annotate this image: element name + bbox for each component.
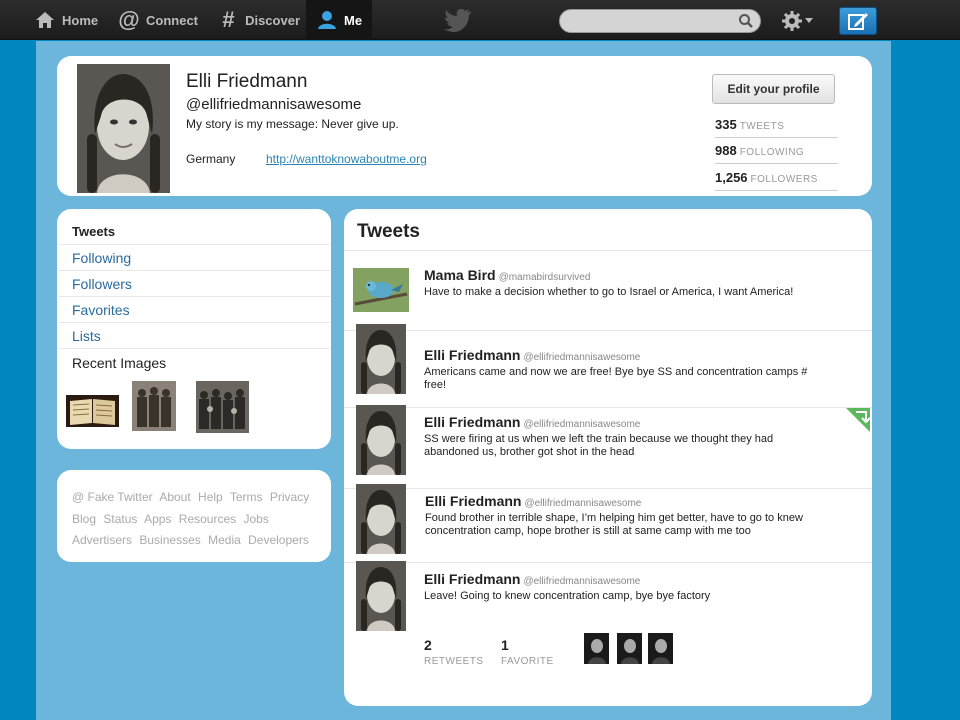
stat-followers-label: FOLLOWERS [750,174,818,185]
profile-avatar[interactable] [77,64,170,193]
tweet-author-name: Elli Friedmann [424,347,521,363]
tweet-author[interactable]: Elli Friedmann @ellifriedmannisawesome [424,571,640,587]
retweeter-avatar[interactable] [584,633,609,664]
footer-link-privacy[interactable]: Privacy [270,490,309,504]
tweet-text: Americans came and now we are free! Bye … [424,366,808,391]
person-icon [316,9,338,31]
favoriter-avatar[interactable] [648,633,673,664]
footer-links: @ Fake Twitter About Help Terms Privacy … [72,487,316,552]
profile-handle: @ellifriedmannisawesome [186,96,362,113]
sidebar-item-followers[interactable]: Followers [58,271,330,297]
tweet-text: Leave! Going to knew concentration camp,… [424,590,711,602]
tweet-author-name: Mama Bird [424,267,496,283]
nav-discover-label: Discover [245,12,300,28]
retweet-count[interactable]: 2 [424,637,432,653]
tweet-author-handle: @ellifriedmannisawesome [523,419,641,430]
settings-menu[interactable] [781,9,821,33]
tweet-avatar-elli[interactable] [356,324,406,394]
search-input[interactable] [559,9,761,33]
tweet-author[interactable]: Elli Friedmann @ellifriedmannisawesome [424,347,640,363]
tweet-text: Have to make a decision whether to go to… [424,286,794,298]
stat-followers-count: 1,256 [715,170,748,185]
retweeter-avatar[interactable] [617,633,642,664]
timeline-title: Tweets [357,221,421,242]
profile-name: Elli Friedmann [186,71,308,92]
footer-link-resources[interactable]: Resources [179,512,236,526]
stat-following-count: 988 [715,143,737,158]
nav-me-label: Me [344,12,363,28]
nav-home-label: Home [62,12,99,28]
tweet-item[interactable] [344,562,872,563]
tweet-author-handle: @ellifriedmannisawesome [523,576,641,587]
stat-tweets-label: TWEETS [739,121,785,132]
footer-link-developers[interactable]: Developers [248,533,309,547]
tweet-author-name: Elli Friedmann [425,493,522,509]
nav-discover[interactable]: # Discover [218,0,300,40]
nav-home[interactable]: Home [34,0,100,40]
nav-connect[interactable]: @ Connect [118,0,202,40]
home-icon [34,9,56,31]
footer-link-fake-twitter[interactable]: @ Fake Twitter [72,490,153,504]
tweet-author-handle: @ellifriedmannisawesome [524,498,642,509]
recent-image-soldiers[interactable] [132,381,176,431]
tweet-avatar-elli[interactable] [356,561,406,631]
tweet-author-handle: @ellifriedmannisawesome [523,352,641,363]
retweet-corner-icon[interactable] [846,408,870,432]
tweet-author[interactable]: Elli Friedmann @ellifriedmannisawesome [425,493,641,509]
footer-link-jobs[interactable]: Jobs [243,512,268,526]
tweet-author[interactable]: Mama Bird @mamabirdsurvived [424,267,590,283]
profile-url-link[interactable]: http://wanttoknowaboutme.org [266,152,427,166]
recent-image-crowd[interactable] [196,381,249,433]
sidebar-item-following[interactable]: Following [58,245,330,271]
top-nav-bar: Home @ Connect # Discover Me [0,0,960,40]
tweet-text: SS were firing at us when we left the tr… [424,433,774,458]
edit-profile-button[interactable]: Edit your profile [712,74,835,104]
footer-link-blog[interactable]: Blog [72,512,96,526]
tweet-avatar-elli[interactable] [356,405,406,475]
tweet-avatar-bird[interactable] [353,268,409,312]
profile-location: Germany [186,152,236,166]
nav-me[interactable]: Me [306,0,372,40]
tweet-author-name: Elli Friedmann [424,571,521,587]
tweet-text: Found brother in terrible shape, I’m hel… [425,512,803,537]
stat-following-label: FOLLOWING [739,147,805,158]
stat-followers[interactable]: 1,256 FOLLOWERS [715,169,838,191]
footer-link-status[interactable]: Status [103,512,137,526]
gear-icon [782,11,802,31]
footer-link-help[interactable]: Help [198,490,223,504]
tweet-author-handle: @mamabirdsurvived [498,272,591,283]
search-icon[interactable] [738,13,754,29]
recent-images-label: Recent Images [72,355,167,371]
footer-link-about[interactable]: About [159,490,190,504]
chevron-down-icon [805,18,813,23]
tweet-author[interactable]: Elli Friedmann @ellifriedmannisawesome [424,414,640,430]
retweet-label: RETWEETS [424,656,484,667]
hashtag-icon: # [222,7,235,32]
compose-tweet-button[interactable] [839,7,877,35]
nav-connect-label: Connect [146,12,198,28]
stat-tweets-count: 335 [715,117,737,132]
favorite-count[interactable]: 1 [501,637,509,653]
footer-link-media[interactable]: Media [208,533,241,547]
favorite-label: FAVORITE [501,656,554,667]
tweet-author-name: Elli Friedmann [424,414,521,430]
at-icon: @ [118,7,140,32]
bird-logo-icon[interactable] [444,8,472,32]
sidebar-item-tweets[interactable]: Tweets [58,219,330,245]
recent-image-book[interactable] [66,395,119,427]
footer-link-terms[interactable]: Terms [230,490,263,504]
profile-bio: My story is my message: Never give up. [186,117,399,131]
sidebar-item-lists[interactable]: Lists [58,323,330,349]
footer-link-businesses[interactable]: Businesses [139,533,200,547]
tweet-avatar-elli[interactable] [356,484,406,554]
sidebar-item-favorites[interactable]: Favorites [58,297,330,323]
footer-link-advertisers[interactable]: Advertisers [72,533,132,547]
footer-link-apps[interactable]: Apps [144,512,171,526]
stat-following[interactable]: 988 FOLLOWING [715,142,838,164]
compose-icon [848,13,868,30]
stat-tweets[interactable]: 335 TWEETS [715,116,838,138]
